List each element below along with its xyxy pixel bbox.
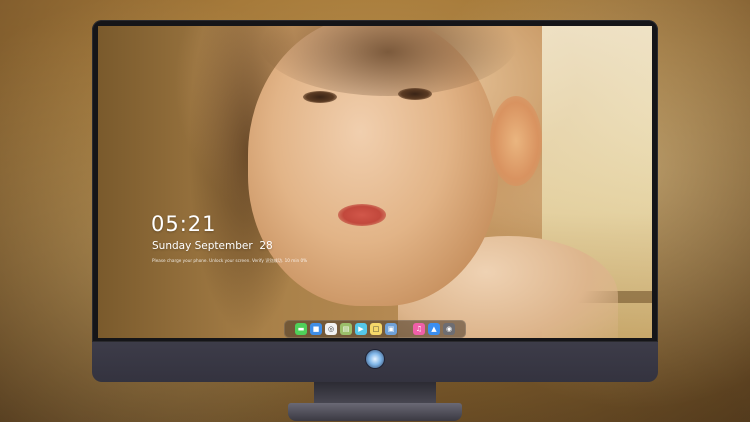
notes-icon[interactable]: □ [370, 323, 382, 335]
wallpaper-eye-right [398, 88, 432, 100]
photos-icon[interactable]: ▣ [385, 323, 397, 335]
monitor-stand-base [288, 403, 462, 421]
lockscreen-notification: Please charge your phone. Unlock your sc… [152, 258, 308, 263]
brand-logo-icon [366, 350, 384, 368]
finder-icon[interactable]: ■ [310, 323, 322, 335]
monitor: 05:21 Sunday September 28 Please charge … [92, 20, 658, 421]
preview-icon[interactable]: ▤ [340, 323, 352, 335]
monitor-bezel: 05:21 Sunday September 28 Please charge … [92, 20, 658, 342]
dock: ▬ ■ ◎ ▤ ▶ □ ▣ ♫ ▲ ◉ [284, 320, 466, 338]
wallpaper-eye-left [303, 91, 337, 103]
lockscreen-clock: 05:21 [151, 212, 217, 236]
camera-icon[interactable]: ◉ [443, 323, 455, 335]
app-store-icon[interactable]: ▲ [428, 323, 440, 335]
wallpaper-ear [490, 96, 542, 186]
lock-screen[interactable]: 05:21 Sunday September 28 Please charge … [98, 26, 652, 338]
safari-icon[interactable]: ◎ [325, 323, 337, 335]
music-icon[interactable]: ♫ [413, 323, 425, 335]
wallpaper-lips [338, 204, 386, 226]
lockscreen-date: Sunday September 28 [152, 240, 273, 252]
video-editor-icon[interactable]: ▶ [355, 323, 367, 335]
messages-icon[interactable]: ▬ [295, 323, 307, 335]
